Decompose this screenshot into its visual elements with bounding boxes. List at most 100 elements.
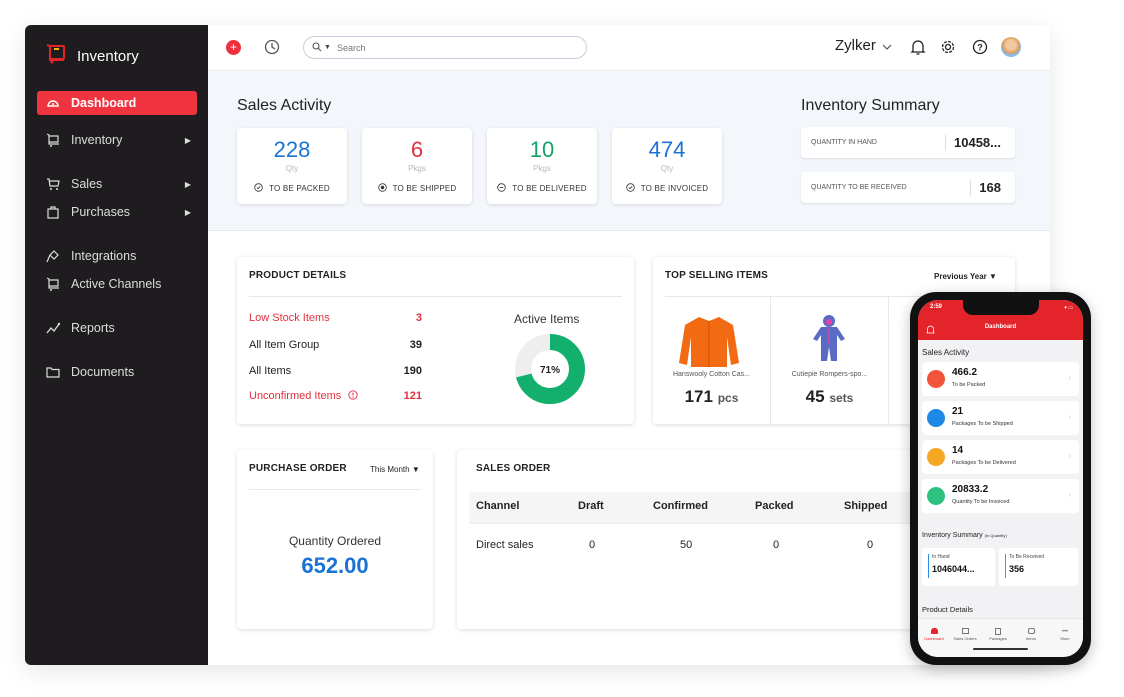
- sidebar-item-purchases[interactable]: Purchases ▶: [37, 200, 197, 224]
- inventory-summary-title: Inventory Summary: [801, 97, 940, 114]
- cell-confirmed: 50: [680, 539, 693, 551]
- status-icons: ▾ ▭: [1064, 305, 1073, 311]
- user-avatar[interactable]: [1001, 37, 1021, 57]
- search-scope-caret-icon[interactable]: ▼: [324, 44, 331, 51]
- cell-packed: 0: [773, 539, 780, 551]
- caret-down-icon: ▼: [411, 465, 420, 474]
- top-selling-item[interactable]: Hanswooly Cotton Cas... 171 pcs: [653, 297, 771, 424]
- invoice-icon: [927, 487, 945, 505]
- dropdown-value: Previous Year: [934, 272, 987, 281]
- panel-title: SALES ORDER: [476, 463, 551, 474]
- row-label: Low Stock Items: [249, 312, 330, 324]
- top-selling-item[interactable]: Cutiepie Rompers-spo... 45 sets: [771, 297, 889, 424]
- sidebar-item-reports[interactable]: Reports: [37, 316, 197, 340]
- summary-value: 168: [979, 180, 1001, 195]
- cart-icon: [961, 628, 969, 634]
- in-hand-value: 1046044...: [932, 564, 975, 574]
- item-name: Cutiepie Rompers-spo...: [791, 371, 868, 378]
- product-detail-row[interactable]: All Items 190: [249, 365, 422, 377]
- column-header: Draft: [578, 500, 604, 512]
- target-circle-icon: [377, 183, 387, 194]
- card-label: Packages To be Shipped: [952, 421, 1013, 427]
- mobile-phone-mockup: 2:59 ▾ ▭ Dashboard Sales Activity 466.2 …: [910, 292, 1091, 665]
- search-bar[interactable]: ▼: [303, 36, 587, 59]
- row-value: 39: [409, 339, 422, 351]
- search-input[interactable]: [336, 42, 537, 53]
- mobile-tab-sales-orders[interactable]: Sales Orders: [952, 628, 978, 641]
- plug-icon: [45, 248, 61, 264]
- brand[interactable]: Inventory: [45, 43, 139, 70]
- card-unit: Pkgs: [533, 164, 551, 173]
- row-label: Unconfirmed Items: [249, 390, 342, 402]
- sidebar-item-integrations[interactable]: Integrations: [37, 244, 197, 268]
- mobile-activity-card[interactable]: 466.2 To be Packed ›: [922, 362, 1079, 396]
- chevron-right-icon: ›: [1068, 412, 1071, 421]
- purchase-order-panel: PURCHASE ORDER This Month ▼ Quantity Ord…: [237, 450, 433, 629]
- divider: [249, 296, 622, 297]
- inventory-logo-icon: [45, 43, 67, 70]
- divider: [970, 179, 972, 196]
- card-value: 20833.2: [952, 484, 989, 495]
- sidebar-item-label: Purchases: [71, 205, 131, 219]
- mobile-tab-more[interactable]: ••• More: [1052, 628, 1078, 641]
- mobile-to-receive-card[interactable]: To Be Received 356: [999, 548, 1078, 586]
- check-badge-icon: [927, 448, 945, 466]
- sidebar-item-documents[interactable]: Documents: [37, 360, 197, 384]
- row-value: 3: [415, 312, 422, 324]
- card-value: 466.2: [952, 367, 978, 378]
- to-receive-value: 356: [1009, 564, 1025, 574]
- mobile-activity-card[interactable]: 21 Packages To be Shipped ›: [922, 401, 1079, 435]
- mobile-activity-card[interactable]: 20833.2 Quantity To be Invoiced ›: [922, 479, 1079, 513]
- quantity-ordered-value: 652.00: [301, 553, 369, 578]
- caret-down-icon: ▼: [989, 272, 997, 281]
- search-icon[interactable]: [312, 41, 322, 54]
- sidebar-item-active-channels[interactable]: Active Channels: [37, 272, 197, 296]
- mobile-tab-dashboard[interactable]: Dashboard: [921, 628, 947, 641]
- bell-icon[interactable]: [910, 39, 926, 61]
- mobile-clock: 2:59: [930, 304, 943, 310]
- sidebar-item-label: Documents: [71, 365, 135, 379]
- sidebar-item-dashboard[interactable]: Dashboard: [37, 91, 197, 115]
- item-name: Hanswooly Cotton Cas...: [672, 371, 751, 378]
- summary-area: Sales Activity 228 Qty TO BE PACKED 6 Pk…: [208, 71, 1050, 231]
- card-unit: Pkgs: [408, 164, 426, 173]
- recent-history-icon[interactable]: [263, 38, 281, 61]
- sidebar-item-inventory[interactable]: Inventory ▶: [37, 128, 197, 152]
- mobile-section-title: Inventory Summary: [922, 532, 983, 539]
- items-icon: [1027, 628, 1035, 634]
- card-label: TO BE INVOICED: [640, 184, 709, 193]
- sweater-image: [679, 317, 739, 367]
- sales-activity-card[interactable]: 228 Qty TO BE PACKED: [237, 128, 347, 204]
- inventory-summary-row: QUANTITY IN HAND 10458...: [801, 127, 1015, 158]
- row-value: 190: [403, 365, 422, 377]
- sidebar-item-sales[interactable]: Sales ▶: [37, 172, 197, 196]
- mobile-activity-card[interactable]: 14 Packages To be Delivered ›: [922, 440, 1079, 474]
- card-unit: Qty: [660, 164, 674, 173]
- org-switcher[interactable]: Zylker: [835, 37, 892, 54]
- tab-label: Items: [1026, 636, 1036, 641]
- quick-create-button[interactable]: +: [226, 40, 241, 55]
- channels-icon: [45, 276, 61, 292]
- sales-activity-card[interactable]: 6 Pkgs TO BE SHIPPED: [362, 128, 472, 204]
- mobile-tab-packages[interactable]: Packages: [985, 628, 1011, 641]
- product-detail-row[interactable]: Low Stock Items 3: [249, 312, 422, 324]
- mobile-tab-items[interactable]: Items: [1018, 628, 1044, 641]
- sidebar-item-label: Dashboard: [71, 96, 137, 110]
- product-detail-row[interactable]: All Item Group 39: [249, 339, 422, 351]
- reports-icon: [45, 320, 61, 336]
- gear-icon[interactable]: [940, 39, 956, 60]
- folder-icon: [45, 364, 61, 380]
- romper-image: [813, 315, 845, 361]
- sales-activity-card[interactable]: 474 Qty TO BE INVOICED: [612, 128, 722, 204]
- card-value: 228: [273, 137, 311, 162]
- active-items-title: Active Items: [514, 312, 580, 326]
- period-dropdown[interactable]: This Month ▼: [370, 465, 420, 474]
- home-indicator: [973, 648, 1028, 650]
- period-dropdown[interactable]: Previous Year ▼: [934, 272, 997, 281]
- product-detail-row[interactable]: Unconfirmed Items 121: [249, 390, 422, 402]
- mobile-header: 2:59 ▾ ▭ Dashboard: [918, 300, 1083, 340]
- sales-activity-card[interactable]: 10 Pkgs TO BE DELIVERED: [487, 128, 597, 204]
- help-icon[interactable]: ?: [972, 39, 988, 60]
- mobile-in-hand-card[interactable]: In Hand 1046044...: [922, 548, 995, 586]
- item-unit: sets: [829, 391, 854, 405]
